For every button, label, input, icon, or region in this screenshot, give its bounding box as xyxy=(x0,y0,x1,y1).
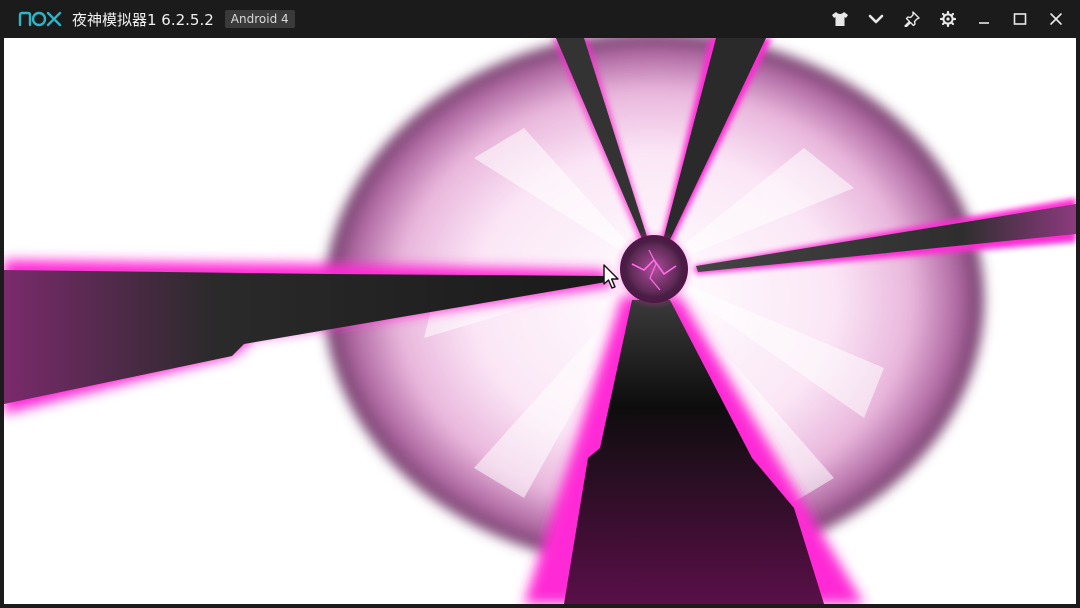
android-version-badge: Android 4 xyxy=(224,10,295,28)
menu-dropdown-button[interactable] xyxy=(858,0,894,38)
minimize-button[interactable] xyxy=(966,0,1002,38)
pin-icon xyxy=(904,11,920,27)
maximize-icon xyxy=(1013,13,1027,25)
close-button[interactable] xyxy=(1038,0,1074,38)
chevron-down-icon xyxy=(868,14,884,24)
gear-icon xyxy=(940,11,956,27)
core-sphere xyxy=(619,234,689,304)
emulator-window: 夜神模拟器1 6.2.5.2 Android 4 xyxy=(0,0,1080,608)
title-bar[interactable]: 夜神模拟器1 6.2.5.2 Android 4 xyxy=(0,0,1080,38)
theme-button[interactable] xyxy=(822,0,858,38)
maximize-button[interactable] xyxy=(1002,0,1038,38)
mouse-cursor-icon xyxy=(602,264,622,290)
close-icon xyxy=(1050,13,1062,25)
minimize-icon xyxy=(979,22,989,24)
shirt-icon xyxy=(832,12,848,26)
pin-button[interactable] xyxy=(894,0,930,38)
game-effect-scene xyxy=(4,38,1076,604)
window-title: 夜神模拟器1 6.2.5.2 xyxy=(72,10,214,29)
nox-logo xyxy=(18,10,62,28)
settings-button[interactable] xyxy=(930,0,966,38)
window-controls xyxy=(822,0,1074,38)
emulator-screen[interactable] xyxy=(4,38,1076,604)
